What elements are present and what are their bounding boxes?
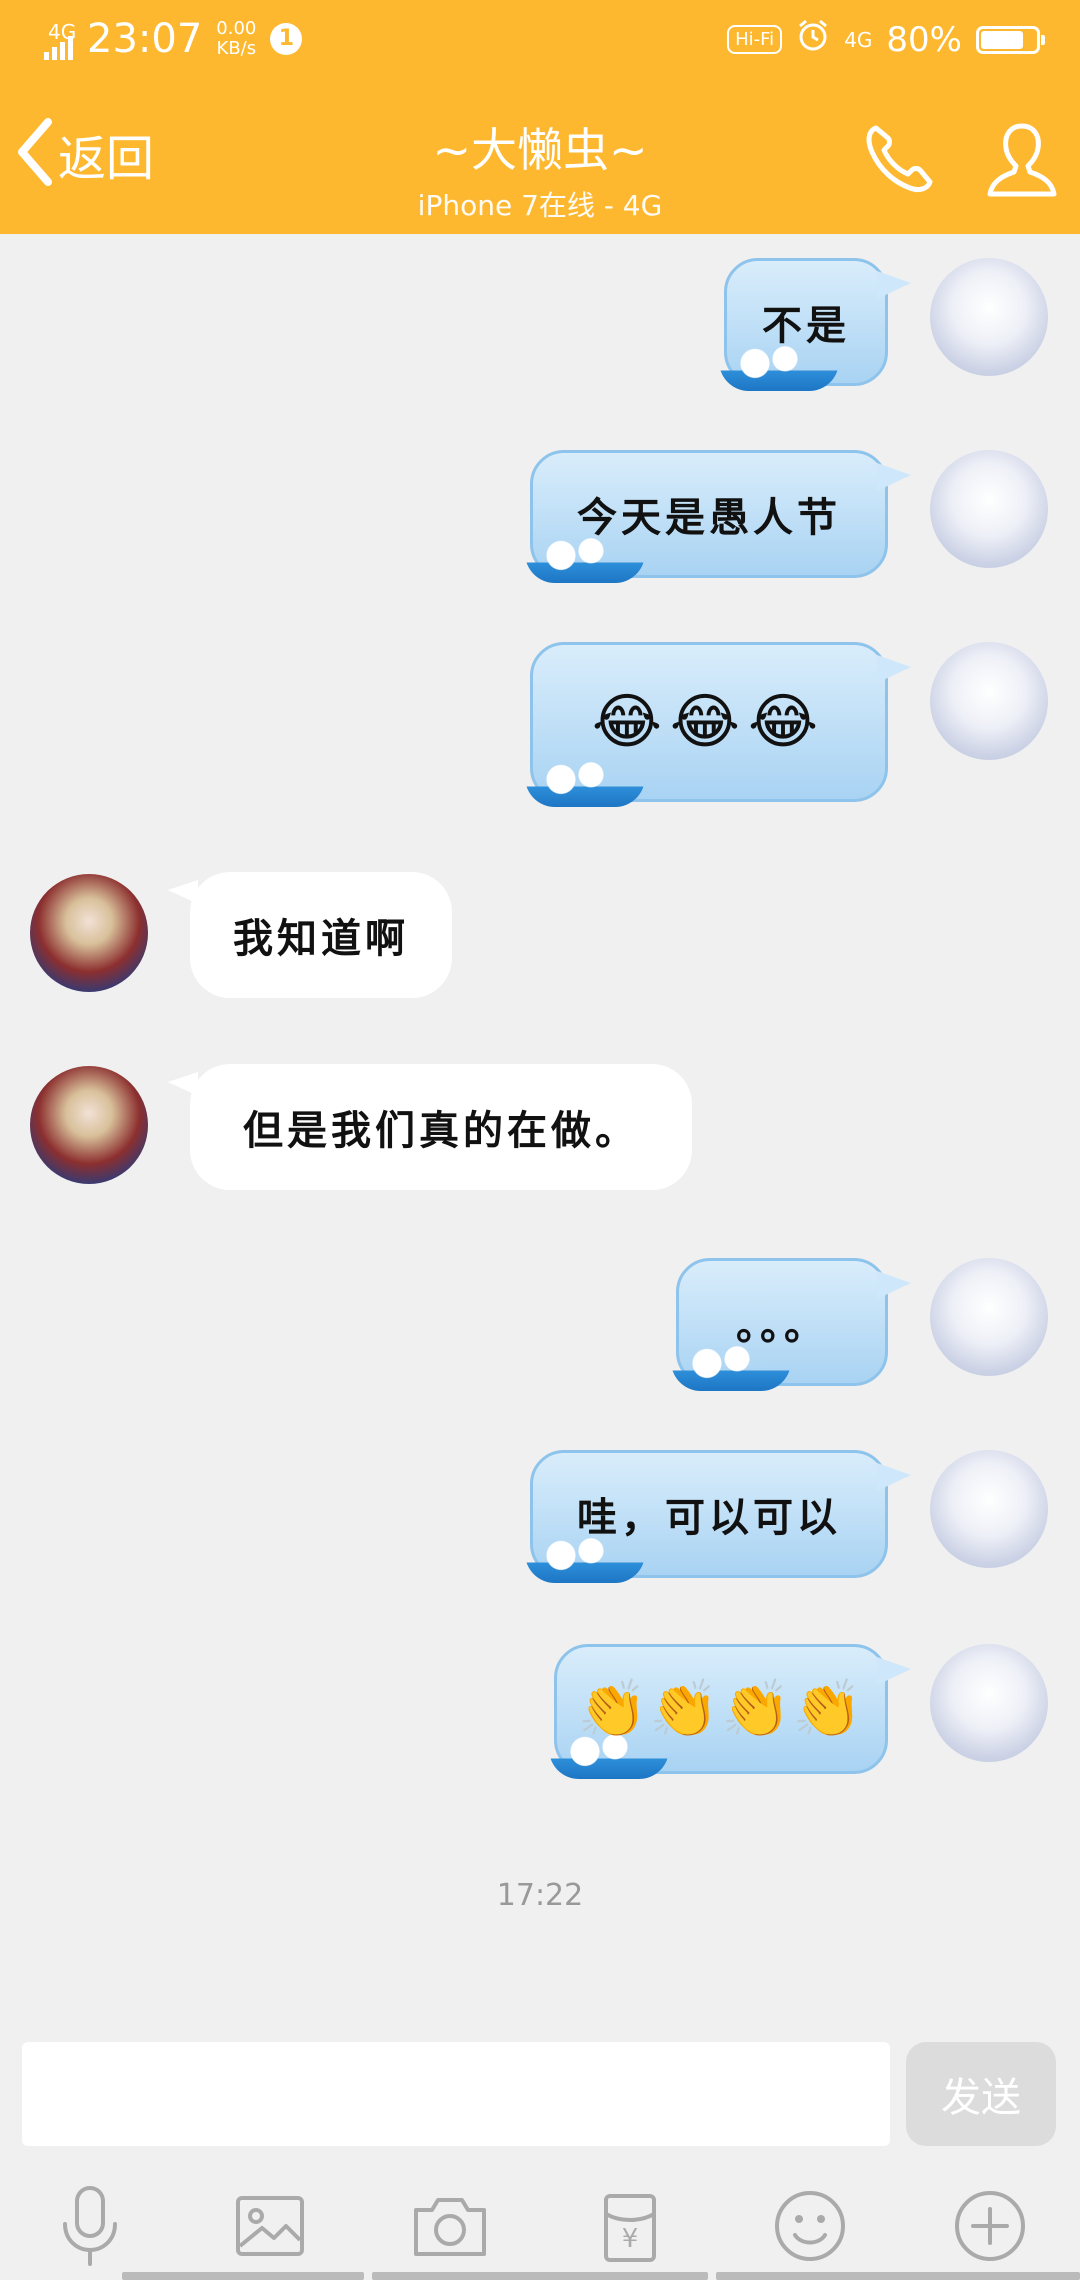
- clock: 23:07: [87, 16, 203, 62]
- alarm-icon: [796, 18, 830, 61]
- message-emoji: 😂😂😂: [591, 687, 827, 757]
- composer-toolbar: ¥: [0, 2160, 1080, 2280]
- contact-name: ~大懒虫~: [432, 123, 648, 177]
- battery-percent: 80%: [886, 19, 962, 60]
- wave-decoration: [719, 345, 839, 391]
- send-button[interactable]: 发送: [906, 2042, 1056, 2146]
- chat-header: 返回 ~大懒虫~ iPhone 7在线 - 4G: [0, 84, 1080, 234]
- toolbar-indicator: [716, 2272, 1080, 2280]
- microphone-icon: [55, 2184, 125, 2272]
- wave-decoration: [525, 1537, 645, 1583]
- message-text: 不是: [762, 303, 850, 349]
- message-input[interactable]: [22, 2042, 890, 2146]
- battery-fill: [981, 30, 1023, 49]
- contact-info[interactable]: ~大懒虫~ iPhone 7在线 - 4G: [300, 114, 780, 224]
- plus-icon: [953, 2189, 1027, 2267]
- message-text: 。。。: [736, 1303, 828, 1349]
- my-avatar[interactable]: [930, 1450, 1048, 1568]
- status-left: 4G 23:07 0.00 KB/s 1: [44, 16, 303, 62]
- message-bubble-sent[interactable]: 哇，可以可以: [525, 1450, 911, 1583]
- contact-avatar[interactable]: [30, 1066, 148, 1184]
- voice-input-button[interactable]: [50, 2186, 130, 2268]
- back-label: 返回: [58, 131, 155, 187]
- wave-decoration: [525, 537, 645, 583]
- my-avatar[interactable]: [930, 642, 1048, 760]
- battery-icon: [976, 25, 1045, 54]
- contact-profile-button[interactable]: [984, 120, 1060, 204]
- network-right-label: 4G: [844, 27, 873, 52]
- my-avatar[interactable]: [930, 450, 1048, 568]
- message-text: 但是我们真的在做。: [243, 1108, 639, 1154]
- message-bubble-sent[interactable]: 。。。: [671, 1258, 911, 1391]
- status-right: Hi-Fi 4G 80%: [727, 18, 1045, 61]
- speed-unit: KB/s: [216, 38, 257, 59]
- message-bubble-sent[interactable]: 😂😂😂: [525, 642, 911, 807]
- toolbar-indicator: [372, 2272, 708, 2280]
- red-packet-button[interactable]: ¥: [590, 2188, 670, 2268]
- message-timestamp: 17:22: [496, 1878, 584, 1913]
- my-avatar[interactable]: [930, 1644, 1048, 1762]
- signal-indicator: 4G: [44, 18, 77, 60]
- network-label: 4G: [48, 20, 77, 44]
- camera-icon: [412, 2194, 488, 2262]
- status-bar: 4G 23:07 0.00 KB/s 1 Hi-Fi 4G 80%: [0, 0, 1080, 84]
- red-packet-symbol: ¥: [621, 2224, 639, 2254]
- toolbar-indicators: [0, 2272, 1080, 2280]
- phone-icon: [862, 125, 938, 200]
- composer: 发送: [0, 2030, 1080, 2150]
- message-emoji: 👏👏👏👏: [577, 1677, 865, 1742]
- network-speed: 0.00 KB/s: [216, 19, 256, 59]
- emoji-icon: [773, 2189, 847, 2267]
- person-icon: [984, 123, 1060, 204]
- message-bubble-sent[interactable]: 👏👏👏👏: [549, 1644, 911, 1779]
- camera-button[interactable]: [410, 2188, 490, 2268]
- contact-avatar[interactable]: [30, 874, 148, 992]
- emoji-button[interactable]: [770, 2188, 850, 2268]
- image-button[interactable]: [230, 2188, 310, 2268]
- my-avatar[interactable]: [930, 258, 1048, 376]
- contact-status: iPhone 7在线 - 4G: [417, 189, 663, 222]
- my-avatar[interactable]: [930, 1258, 1048, 1376]
- red-packet-icon: ¥: [602, 2192, 658, 2264]
- wave-decoration: [525, 761, 645, 807]
- chevron-left-icon: [14, 116, 54, 192]
- message-text: 哇，可以可以: [577, 1495, 841, 1541]
- more-button[interactable]: [950, 2188, 1030, 2268]
- message-bubble-sent[interactable]: 不是: [719, 258, 911, 391]
- message-text: 今天是愚人节: [577, 495, 841, 541]
- message-text: 我知道啊: [233, 916, 409, 962]
- wave-decoration: [671, 1345, 791, 1391]
- message-bubble-received[interactable]: 我知道啊: [168, 872, 452, 998]
- speed-value: 0.00: [216, 18, 257, 39]
- notification-badge: 1: [270, 23, 303, 55]
- voice-call-button[interactable]: [862, 120, 938, 200]
- image-icon: [234, 2194, 306, 2262]
- toolbar-indicator: [122, 2272, 364, 2280]
- back-button[interactable]: 返回: [14, 116, 154, 192]
- message-bubble-received[interactable]: 但是我们真的在做。: [168, 1064, 692, 1190]
- hifi-badge: Hi-Fi: [727, 25, 783, 54]
- message-list[interactable]: 不是 今天是愚人节 😂😂😂 我知道啊 但是我们真的在做。 。。。 哇，可以可以 …: [0, 234, 1080, 2034]
- message-bubble-sent[interactable]: 今天是愚人节: [525, 450, 911, 583]
